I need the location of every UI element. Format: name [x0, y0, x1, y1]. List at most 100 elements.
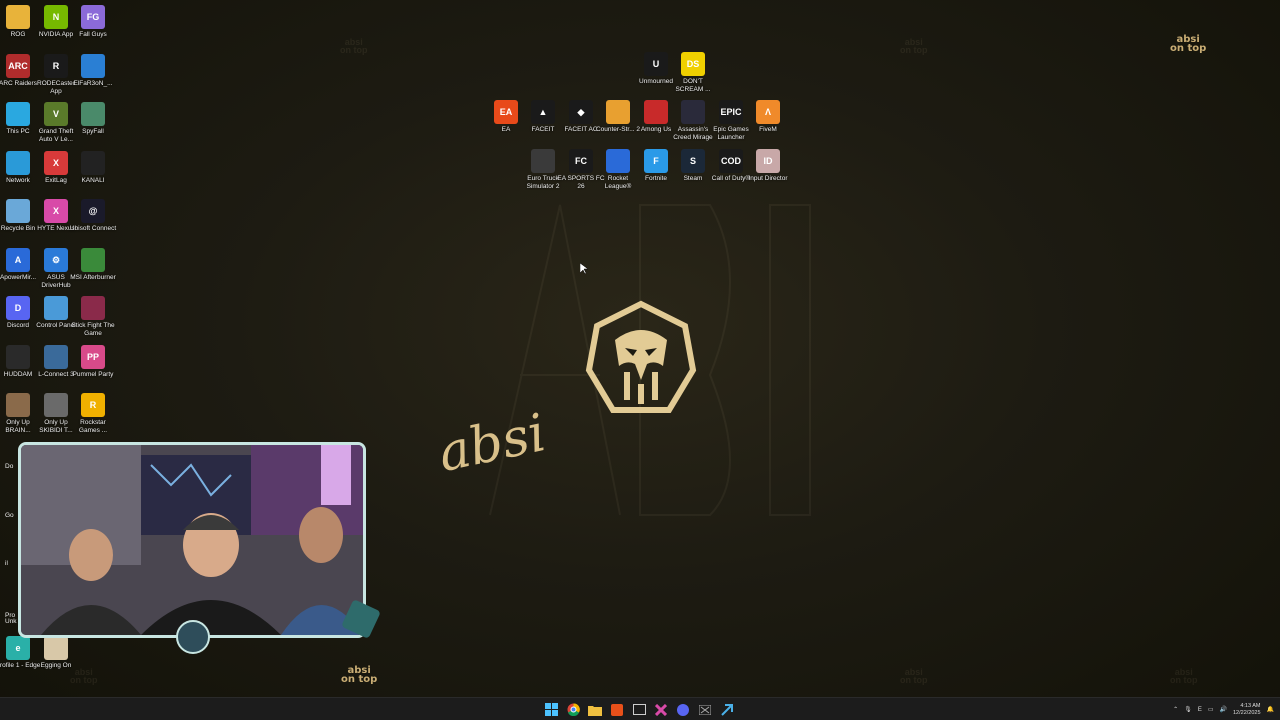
app-shortcut-icon: COD — [719, 149, 743, 173]
app-shortcut-icon — [606, 100, 630, 124]
app-shortcut-icon: ARC — [6, 54, 30, 78]
app-shortcut-icon — [644, 100, 668, 124]
taskbar-apps — [542, 701, 736, 718]
desktop-icon[interactable]: MSI Afterburner — [70, 248, 116, 282]
desktop-icon[interactable]: R Rockstar Games ... — [71, 393, 115, 434]
app-shortcut-icon: FC — [569, 149, 593, 173]
app-shortcut-icon: EA — [494, 100, 518, 124]
clock-time: 4:13 AM — [1240, 702, 1261, 709]
app-shortcut-icon — [81, 102, 105, 126]
app-shortcut-icon: N — [44, 5, 68, 29]
app-shortcut-icon: U — [644, 52, 668, 76]
partial-desktop-icon-label[interactable]: Go — [5, 512, 14, 519]
desktop-icon-label: Stick Fight The Game — [71, 322, 115, 337]
system-tray: ⌃ 🎙 E ▭ 🔊 4:13 AM 12/22/2025 🔔 — [1173, 700, 1274, 719]
webcam-badge-icon — [176, 620, 210, 654]
microphone-icon[interactable]: 🎙 — [1184, 706, 1192, 713]
partial-desktop-icon-label[interactable]: Do — [5, 463, 13, 470]
app-shortcut-icon — [81, 54, 105, 78]
partial-desktop-icon-label[interactable]: Unk — [5, 618, 17, 625]
desktop-icon[interactable]: DS DON'T SCREAM ... — [671, 52, 715, 93]
corner-brand-bottom: absi on top — [341, 665, 378, 685]
desktop-icon[interactable]: Λ FiveM — [746, 100, 790, 134]
app-shortcut-icon — [681, 100, 705, 124]
desktop-icon[interactable]: @ Ubisoft Connect — [69, 199, 117, 233]
webcam-feed — [21, 445, 363, 635]
app-shortcut-icon: ⚙ — [44, 248, 68, 272]
clock-date: 12/22/2025 — [1232, 709, 1261, 716]
app-shortcut-icon: PP — [81, 345, 105, 369]
taskbar: ⌃ 🎙 E ▭ 🔊 4:13 AM 12/22/2025 🔔 — [0, 697, 1280, 720]
app-shortcut-icon — [44, 393, 68, 417]
adobe-icon[interactable] — [608, 701, 626, 718]
app-shortcut-icon: A — [6, 248, 30, 272]
app-shortcut-icon — [6, 102, 30, 126]
chrome-icon[interactable] — [564, 701, 582, 718]
desktop-icon-label: Pummel Party — [72, 371, 114, 378]
desktop-icon[interactable]: ID Input Director — [746, 149, 790, 183]
desktop-icon-label: KANALI — [81, 177, 105, 184]
desktop-icon-label: Ubisoft Connect — [69, 225, 117, 232]
app-shortcut-icon: Λ — [756, 100, 780, 124]
file-explorer-icon[interactable] — [586, 701, 604, 718]
desktop-icon-label: ElFaR3oN_... — [73, 80, 113, 87]
desktop-icon-label: MSI Afterburner — [70, 274, 116, 281]
discord-icon[interactable] — [674, 701, 692, 718]
app-shortcut-icon: R — [44, 54, 68, 78]
faint-brand-mark: absi on top — [900, 37, 928, 55]
language-indicator[interactable]: E — [1198, 707, 1202, 713]
partial-desktop-icon-label[interactable]: il — [5, 560, 8, 567]
app-shortcut-icon: ◆ — [569, 100, 593, 124]
faint-brand-mark: absi on top — [340, 37, 368, 55]
volume-icon[interactable]: 🔊 — [1220, 706, 1227, 713]
app-shortcut-icon — [6, 151, 30, 175]
hyte-icon[interactable] — [652, 701, 670, 718]
desktop-icon[interactable]: ElFaR3oN_... — [71, 54, 115, 88]
app-shortcut-icon — [44, 296, 68, 320]
faint-brand-mark: absi on top — [70, 667, 98, 685]
corner-brand-top-right: absi on top — [1170, 34, 1207, 54]
app-shortcut-icon: ▲ — [531, 100, 555, 124]
mouse-cursor-icon — [580, 263, 588, 275]
app-shortcut-icon: FG — [81, 5, 105, 29]
taskbar-clock[interactable]: 4:13 AM 12/22/2025 — [1233, 703, 1261, 717]
app-shortcut-icon: DS — [681, 52, 705, 76]
desktop-icon[interactable]: PP Pummel Party — [71, 345, 115, 379]
notification-bell-icon[interactable]: 🔔 — [1267, 706, 1274, 713]
app-icon[interactable] — [630, 701, 648, 718]
desktop-icon-label: DON'T SCREAM ... — [675, 78, 711, 93]
app-shortcut-icon — [531, 149, 555, 173]
desktop-icon-label: FiveM — [759, 126, 777, 133]
network-icon[interactable]: ▭ — [1208, 706, 1214, 713]
desktop-icon-label: Fall Guys — [79, 31, 107, 38]
app-shortcut-icon: S — [681, 149, 705, 173]
desktop-icon-label: Egging On — [40, 662, 72, 669]
desktop-icon[interactable]: SpyFall — [71, 102, 115, 136]
app-shortcut-icon — [44, 636, 68, 660]
app-shortcut-icon — [44, 345, 68, 369]
app-shortcut-icon: R — [81, 393, 105, 417]
desktop-icon[interactable]: Stick Fight The Game — [71, 296, 115, 337]
app-shortcut-icon — [81, 151, 105, 175]
app-shortcut-icon: X — [44, 199, 68, 223]
app-shortcut-icon — [6, 199, 30, 223]
webcam-overlay — [18, 442, 366, 638]
chevron-up-icon[interactable]: ⌃ — [1173, 706, 1178, 713]
desktop-icon[interactable]: Egging On — [34, 636, 78, 670]
faint-brand-mark: absi on top — [1170, 667, 1198, 685]
desktop-wallpaper: absi on top absi on top absi on top absi on … — [0, 0, 1280, 697]
app-shortcut-icon: V — [44, 102, 68, 126]
app-shortcut-icon: ID — [756, 149, 780, 173]
app-shortcut-icon — [6, 345, 30, 369]
desktop-icon-label: Rockstar Games ... — [78, 419, 108, 434]
app-shortcut-icon: X — [44, 151, 68, 175]
start-icon[interactable] — [542, 701, 560, 718]
steam-icon[interactable] — [718, 701, 736, 718]
xbox-icon[interactable] — [696, 701, 714, 718]
eagle-emblem-icon — [585, 300, 697, 413]
app-shortcut-icon — [81, 248, 105, 272]
desktop-icon[interactable]: FG Fall Guys — [71, 5, 115, 39]
faint-brand-mark: absi on top — [900, 667, 928, 685]
desktop-icon-label: Input Director — [748, 175, 788, 182]
desktop-icon[interactable]: KANALI — [71, 151, 115, 185]
